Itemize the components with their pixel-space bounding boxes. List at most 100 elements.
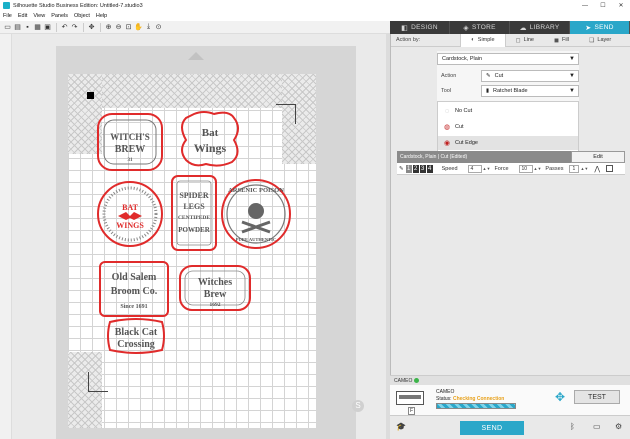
passes-spinner-icon[interactable]: ▲▼	[580, 166, 588, 171]
witches-brew-line-2: Brew	[204, 289, 227, 300]
send-footer: 🎓 SEND ᛒ ▭ ⚙	[390, 415, 630, 439]
bat-wings-line-1: Bat	[202, 127, 219, 139]
save-icon[interactable]: ▪	[23, 23, 32, 32]
tab-send-label: SEND	[594, 24, 614, 31]
label-witches-brew[interactable]: Witches Brew 1692	[179, 265, 251, 311]
blade-step-2[interactable]: 2	[412, 164, 419, 173]
device-name: CAMEO	[436, 389, 455, 395]
design-icon: ◧	[401, 24, 409, 32]
speed-spinner-icon[interactable]: ▲▼	[483, 166, 491, 171]
black-cat-line-2: Crossing	[117, 339, 155, 350]
line-segment-overcut-icon[interactable]: ⋀	[594, 165, 600, 173]
label-spider-legs[interactable]: SPIDER LEGS CENTIPEDE POWDER	[171, 175, 217, 251]
tab-simple-label: Simple	[477, 37, 495, 43]
menu-panels[interactable]: Panels	[51, 13, 68, 19]
move-arrows-icon[interactable]: ✥	[552, 389, 568, 405]
menu-view[interactable]: View	[33, 13, 45, 19]
option-no-cut-label: No Cut	[455, 108, 473, 114]
edit-button[interactable]: Edit	[571, 151, 625, 163]
label-bat-wings[interactable]: Bat Wings	[181, 111, 239, 167]
blade-step-1[interactable]: 1	[405, 164, 412, 173]
store-icon: ◈	[463, 24, 469, 32]
chevron-down-icon: ▼	[569, 56, 575, 62]
force-label: Force	[494, 165, 509, 172]
new-document-icon[interactable]: ▭	[3, 23, 12, 32]
cutter-settings-icon[interactable]: ▭	[593, 422, 601, 431]
zoom-out-icon[interactable]: ⊖	[114, 23, 123, 32]
tab-send[interactable]: ➤ SEND	[570, 21, 630, 34]
title-bar: Silhouette Studio Business Edition: Unti…	[0, 0, 630, 11]
zoom-custom-icon[interactable]: ⊙	[154, 23, 163, 32]
label-witchs-brew[interactable]: WITCH'S BREW 31	[97, 113, 163, 171]
close-button[interactable]: ✕	[612, 0, 630, 11]
maximize-button[interactable]: ☐	[594, 0, 612, 11]
tab-store-label: STORE	[471, 24, 496, 31]
toolbar-divider	[100, 22, 101, 32]
window-title: Silhouette Studio Business Edition: Unti…	[13, 2, 143, 9]
tab-line[interactable]: ◻ Line	[506, 34, 544, 47]
simple-icon: ◐	[471, 37, 475, 43]
menu-bar: File Edit View Panels Object Help	[0, 11, 630, 21]
halloween-labels-artwork[interactable]: WITCH'S BREW 31 Bat Wings BAT WINGS SPID…	[94, 110, 294, 360]
force-input[interactable]: 10	[518, 164, 533, 173]
graduation-cap-icon[interactable]: 🎓	[396, 422, 406, 431]
undo-icon[interactable]: ↶	[60, 23, 69, 32]
label-arsenic-poison[interactable]: ARSENIC POISON PURE AUTHENTIC	[221, 179, 291, 249]
cut-settings-bar: Cardstock, Plain | Cut (Edited) Edit	[397, 151, 625, 163]
menu-edit[interactable]: Edit	[18, 13, 27, 19]
arsenic-title: ARSENIC POISON	[228, 187, 284, 194]
witches-brew-line-1: Witches	[198, 277, 232, 288]
material-select[interactable]: Cardstock, Plain ▼	[437, 53, 579, 65]
tab-design[interactable]: ◧ DESIGN	[390, 21, 450, 34]
crossbones-icon	[241, 220, 271, 234]
passes-input[interactable]: 1	[569, 164, 580, 173]
menu-object[interactable]: Object	[74, 13, 90, 19]
gear-icon[interactable]: ⚙	[615, 422, 622, 431]
print-icon[interactable]: ▦	[33, 23, 42, 32]
action-by-label: Action by:	[396, 37, 421, 43]
force-spinner-icon[interactable]: ▲▼	[534, 166, 542, 171]
tab-library[interactable]: ☁ LIBRARY	[510, 21, 570, 34]
zoom-in-icon[interactable]: ⊕	[104, 23, 113, 32]
blade-step-4[interactable]: 4	[426, 164, 433, 173]
device-status-value: Checking Connection	[452, 396, 505, 402]
open-folder-icon[interactable]: ▤	[13, 23, 22, 32]
tab-store[interactable]: ◈ STORE	[450, 21, 510, 34]
test-button[interactable]: TEST	[574, 390, 620, 404]
option-no-cut[interactable]: ◌ No Cut	[438, 104, 578, 118]
label-bat-wings-round[interactable]: BAT WINGS	[97, 181, 163, 247]
label-old-salem[interactable]: Old Salem Broom Co. Since 1691	[99, 261, 169, 317]
menu-help[interactable]: Help	[96, 13, 107, 19]
minimize-button[interactable]: —	[576, 0, 594, 11]
corner-option-icon[interactable]	[606, 165, 614, 172]
tab-fill[interactable]: ◼ Fill	[544, 34, 579, 47]
label-black-cat[interactable]: Black Cat Crossing	[107, 318, 165, 354]
redo-icon[interactable]: ↷	[70, 23, 79, 32]
workspace-tabs: ◧ DESIGN ◈ STORE ☁ LIBRARY ➤ SEND	[390, 21, 630, 34]
zoom-fit-icon[interactable]: ⊡	[124, 23, 133, 32]
option-cut[interactable]: ◍ Cut	[438, 120, 578, 134]
action-select[interactable]: ✎ Cut ▼	[481, 70, 579, 82]
bluetooth-icon[interactable]: ᛒ	[570, 422, 575, 431]
tab-simple[interactable]: ◐ Simple	[460, 33, 506, 47]
pan-hand-icon[interactable]: ✋	[134, 23, 143, 32]
witchs-brew-line-2: BREW	[115, 144, 146, 155]
tab-layer[interactable]: ❏ Layer	[579, 34, 621, 47]
cut-settings-text: Cardstock, Plain | Cut (Edited)	[400, 154, 468, 160]
tab-design-label: DESIGN	[411, 24, 438, 31]
spider-line-3: CENTIPEDE	[178, 215, 210, 221]
tool-select[interactable]: ▮ Ratchet Blade ▼	[481, 85, 579, 97]
app-window: Silhouette Studio Business Edition: Unti…	[0, 0, 630, 439]
menu-file[interactable]: File	[3, 13, 12, 19]
send-to-cutter-icon[interactable]: ▣	[43, 23, 52, 32]
send-button[interactable]: SEND	[460, 421, 524, 435]
no-cut-zone-top	[68, 74, 316, 108]
chevron-down-icon: ▼	[569, 73, 575, 79]
tab-library-label: LIBRARY	[529, 24, 560, 31]
blade-step-3[interactable]: 3	[419, 164, 426, 173]
option-cut-edge[interactable]: ◉ Cut Edge	[438, 136, 578, 150]
design-canvas[interactable]: WITCH'S BREW 31 Bat Wings BAT WINGS SPID…	[12, 34, 390, 439]
speed-input[interactable]: 4	[467, 164, 482, 173]
select-transform-icon[interactable]: ✥	[87, 23, 96, 32]
fit-to-page-icon[interactable]: ⤓	[144, 23, 153, 32]
